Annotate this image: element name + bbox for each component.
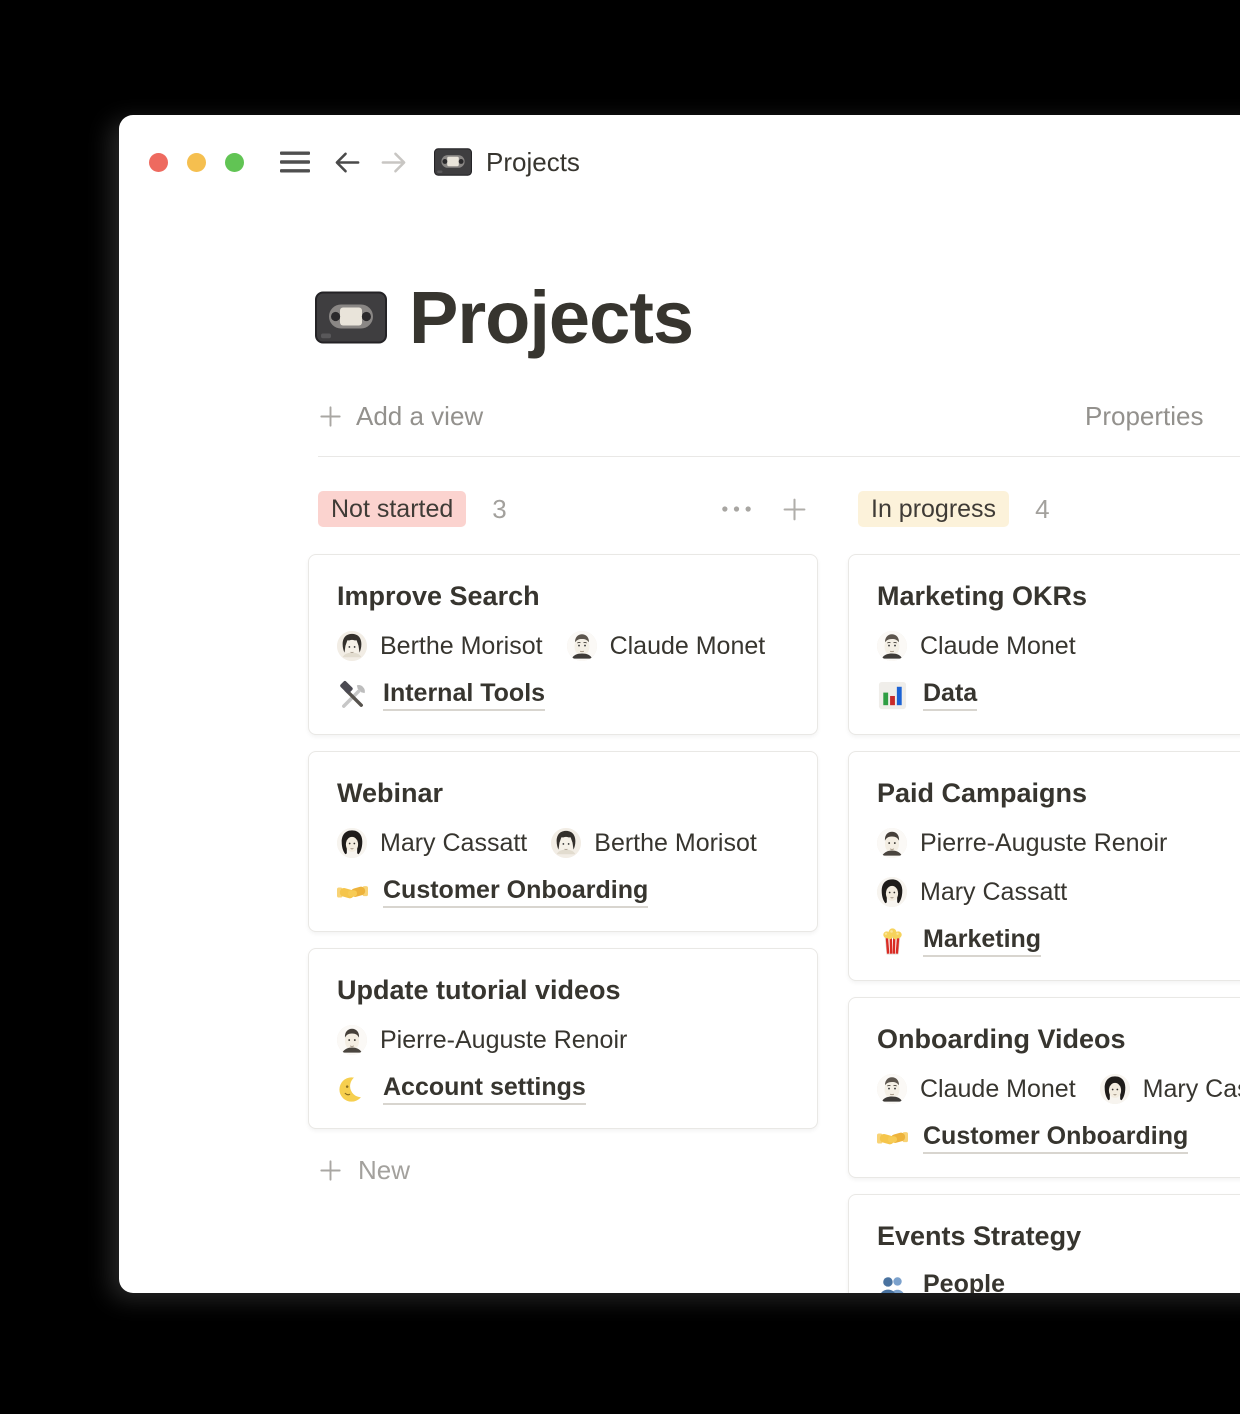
add-view-label: Add a view [356,401,483,432]
add-card-icon[interactable] [781,496,808,523]
card-list-not-started: Improve Search Berthe Morisot Claude Monet… [308,554,818,1129]
view-toolbar: Add a view Properties Group byStatus [318,401,1240,441]
minimize-button[interactable] [187,153,206,172]
ellipsis-icon[interactable] [720,504,753,514]
column-not-started: Not started 3 Improve Search Berthe Moris… [308,490,818,1293]
forward-arrow-icon [379,148,408,177]
assignee-name: Pierre-Auguste Renoir [380,1026,627,1055]
new-card-label: New [358,1155,410,1186]
column-in-progress: In progress 4 Marketing OKRs Claude Monet… [848,490,1240,1293]
tag-link[interactable]: Marketing [923,925,1041,957]
tag-row: Customer Onboarding [337,876,789,908]
titlebar: Projects [149,147,580,177]
add-view-button[interactable]: Add a view [318,401,483,432]
column-header: In progress 4 [848,490,1240,528]
card-title: Marketing OKRs [877,579,1240,613]
board-card[interactable]: Paid Campaigns Pierre-Auguste Renoir Mary … [848,751,1240,981]
page-vhs-tape-icon[interactable] [315,291,387,344]
tag-link[interactable]: Data [923,679,977,711]
status-badge-in-progress[interactable]: In progress [858,491,1009,527]
tag-row: Customer Onboarding [877,1122,1240,1154]
tag-row: Marketing [877,925,1240,957]
kanban-board: Not started 3 Improve Search Berthe Moris… [308,490,1240,1293]
app-window: Projects Projects Add a view Properties … [119,115,1240,1293]
tag-link[interactable]: Internal Tools [383,679,545,711]
assignee-name: Pierre-Auguste Renoir [920,829,1167,858]
assignee-row: Pierre-Auguste Renoir [877,827,1240,859]
avatar-mary-cassatt [1100,1074,1130,1104]
handshake-icon [877,1123,908,1154]
assignee-name: Mary Cassatt [380,829,527,858]
assignee-name: Berthe Morisot [380,632,543,661]
status-badge-not-started[interactable]: Not started [318,491,466,527]
board-card[interactable]: Marketing OKRs Claude Monet Data [848,554,1240,735]
assignee-row: Pierre-Auguste Renoir [337,1024,789,1056]
assignee-name: Claude Monet [920,1075,1076,1104]
assignee-name: Claude Monet [610,632,766,661]
bar-chart-icon [877,680,908,711]
assignee-row: Claude Monet Mary Cassatt [877,1073,1240,1105]
assignee-name: Mary Cassatt [920,878,1067,907]
card-title: Update tutorial videos [337,973,789,1007]
titlebar-title[interactable]: Projects [486,147,580,178]
assignee-row: Claude Monet [877,630,1240,662]
avatar-claude-monet [877,631,907,661]
assignee-name: Mary Cassatt [1143,1075,1240,1104]
page-title[interactable]: Projects [409,275,693,360]
assignee-name: Claude Monet [920,632,1076,661]
assignee-row: Berthe Morisot Claude Monet [337,630,789,662]
avatar-pierre-auguste-renoir [337,1025,367,1055]
column-count: 3 [492,494,506,525]
avatar-berthe-morisot [551,828,581,858]
tag-link[interactable]: People [923,1270,1005,1293]
new-card-button[interactable]: New [308,1155,818,1186]
plus-icon [318,1158,343,1183]
tag-link[interactable]: Customer Onboarding [923,1122,1188,1154]
card-title: Onboarding Videos [877,1022,1240,1056]
board-card[interactable]: Update tutorial videos Pierre-Auguste Ren… [308,948,818,1129]
tag-row: Data [877,679,1240,711]
tag-row: Internal Tools [337,679,789,711]
board-card[interactable]: Webinar Mary Cassatt Berthe Morisot Custome… [308,751,818,932]
close-button[interactable] [149,153,168,172]
avatar-berthe-morisot [337,631,367,661]
tag-row: Account settings [337,1073,789,1105]
tag-link[interactable]: Account settings [383,1073,586,1105]
board-card[interactable]: Events Strategy People [848,1194,1240,1293]
column-count: 4 [1035,494,1049,525]
assignee-name: Berthe Morisot [594,829,757,858]
tag-link[interactable]: Customer Onboarding [383,876,648,908]
card-title: Webinar [337,776,789,810]
properties-button[interactable]: Properties [1085,401,1204,432]
plus-icon [318,404,343,429]
card-title: Paid Campaigns [877,776,1240,810]
toolbar-divider [318,456,1240,457]
vhs-tape-icon [434,148,472,176]
column-header: Not started 3 [308,490,818,528]
hamburger-icon[interactable] [280,150,310,174]
card-title: Events Strategy [877,1219,1240,1253]
assignee-row: Mary Cassatt [877,876,1240,908]
crescent-moon-icon [337,1074,368,1105]
avatar-mary-cassatt [337,828,367,858]
board-card[interactable]: Onboarding Videos Claude Monet Mary Cassat… [848,997,1240,1178]
hammer-wrench-icon [337,680,368,711]
avatar-claude-monet [877,1074,907,1104]
card-title: Improve Search [337,579,789,613]
board-card[interactable]: Improve Search Berthe Morisot Claude Monet… [308,554,818,735]
zoom-button[interactable] [225,153,244,172]
avatar-mary-cassatt [877,877,907,907]
handshake-icon [337,877,368,908]
card-list-in-progress: Marketing OKRs Claude Monet Data Paid Campa… [848,554,1240,1293]
tag-row: People [877,1270,1240,1293]
assignee-row: Mary Cassatt Berthe Morisot [337,827,789,859]
page-header: Projects [315,275,693,360]
back-arrow-icon[interactable] [333,148,362,177]
avatar-claude-monet [567,631,597,661]
busts-icon [877,1271,908,1294]
avatar-pierre-auguste-renoir [877,828,907,858]
popcorn-icon [877,926,908,957]
